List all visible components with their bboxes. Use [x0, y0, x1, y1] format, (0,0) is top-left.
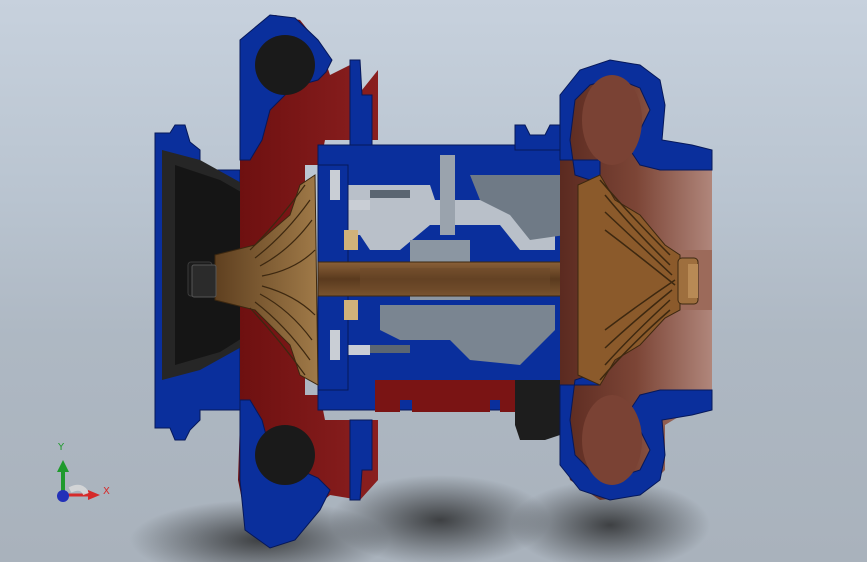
turbine-shaft[interactable] — [317, 261, 579, 297]
turbocharger-section-model[interactable] — [0, 0, 867, 562]
triad-x-label: X — [103, 486, 110, 497]
coordinate-triad: Y X — [48, 440, 118, 510]
cad-viewport[interactable]: Y X — [0, 0, 867, 562]
triad-y-label: Y — [58, 442, 65, 453]
